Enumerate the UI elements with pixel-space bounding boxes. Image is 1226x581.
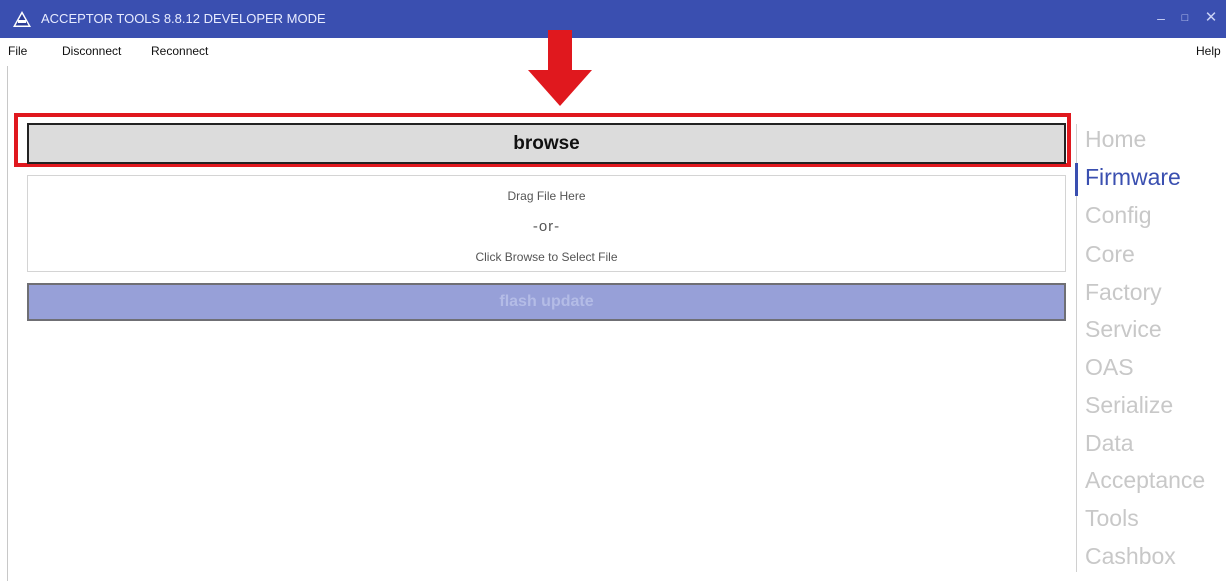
minimize-icon[interactable]: – [1151,8,1171,28]
content-left-border [7,66,8,581]
drop-or-separator: -or- [532,218,561,235]
menu-reconnect[interactable]: Reconnect [151,44,208,58]
nav-item-serialize[interactable]: Serialize [1085,392,1173,419]
title-bar[interactable]: ACCEPTOR TOOLS 8.8.12 DEVELOPER MODE – □… [0,0,1226,38]
maximize-icon[interactable]: □ [1175,8,1195,28]
flash-update-button[interactable]: flash update [27,283,1066,321]
menu-file[interactable]: File [8,44,27,58]
browse-button[interactable]: browse [27,123,1066,164]
browse-instruction: Click Browse to Select File [475,250,618,264]
nav-item-service[interactable]: Service [1085,316,1162,343]
window-title: ACCEPTOR TOOLS 8.8.12 DEVELOPER MODE [41,11,326,26]
menu-disconnect[interactable]: Disconnect [62,44,121,58]
drop-instruction: Drag File Here [507,189,586,203]
file-drop-zone[interactable]: Drag File Here -or- Click Browse to Sele… [27,175,1066,272]
nav-item-firmware[interactable]: Firmware [1085,164,1181,191]
nav-item-data[interactable]: Data [1085,430,1134,457]
app-logo-icon [13,11,31,27]
menu-bar: File Disconnect Reconnect Help [0,38,1226,66]
nav-item-factory[interactable]: Factory [1085,279,1162,306]
nav-item-acceptance[interactable]: Acceptance [1085,467,1205,494]
nav-item-config[interactable]: Config [1085,202,1151,229]
nav-item-oas[interactable]: OAS [1085,354,1134,381]
close-icon[interactable]: ✕ [1201,8,1221,28]
nav-item-home[interactable]: Home [1085,126,1146,153]
nav-item-tools[interactable]: Tools [1085,505,1139,532]
nav-item-core[interactable]: Core [1085,241,1135,268]
sidenav-active-indicator [1075,163,1078,196]
app-window: ACCEPTOR TOOLS 8.8.12 DEVELOPER MODE – □… [0,0,1226,581]
nav-item-cashbox[interactable]: Cashbox [1085,543,1176,570]
menu-help[interactable]: Help [1196,44,1221,58]
red-arrow-down-icon [528,30,592,106]
